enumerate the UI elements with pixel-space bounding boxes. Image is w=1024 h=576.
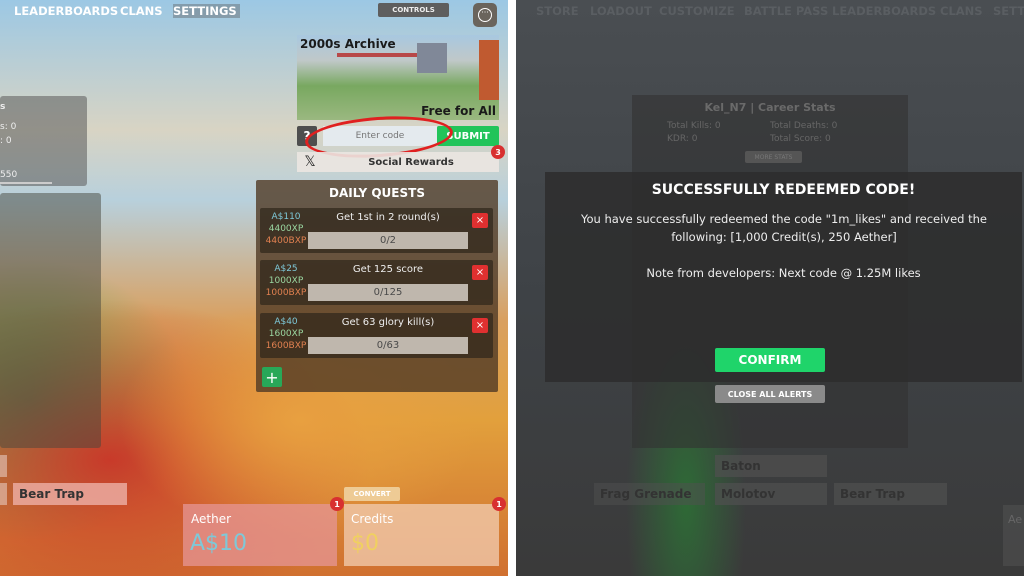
- aether-label: Aether: [191, 512, 232, 526]
- quest-row: A$40 1600XP 1600BXP Get 63 glory kill(s)…: [260, 313, 493, 358]
- confirm-button[interactable]: CONFIRM: [715, 348, 825, 372]
- quest-progress: 0/63: [308, 337, 468, 354]
- left-screenshot: LEADERBOARDS CLANS SETTINGS CONTROLS ···…: [0, 0, 508, 576]
- social-rewards-label: Social Rewards: [368, 156, 454, 168]
- nav-customize[interactable]: CUSTOMIZE: [659, 4, 735, 18]
- map-card[interactable]: 2000s Archive Free for All: [297, 35, 499, 120]
- quest-bxp: 1600BXP: [265, 341, 307, 351]
- career-kills: Total Kills: 0: [667, 121, 721, 131]
- alert-title: SUCCESSFULLY REDEEMED CODE!: [651, 182, 916, 198]
- nav-leaderboards[interactable]: LEADERBOARDS: [14, 4, 118, 18]
- alert-note: Note from developers: Next code @ 1.25M …: [646, 266, 921, 280]
- credits-card[interactable]: Credits $0: [344, 504, 499, 566]
- controls-button[interactable]: CONTROLS: [378, 3, 449, 17]
- quest-xp: 1600XP: [268, 329, 304, 339]
- alert-message: You have successfully redeemed the code …: [580, 212, 988, 244]
- career-title: Kel_N7 | Career Stats: [704, 101, 836, 114]
- nav-battle-pass[interactable]: BATTLE PASS: [744, 4, 828, 18]
- nav-leaderboards[interactable]: LEADERBOARDS: [832, 4, 936, 18]
- ellipsis-icon: ···: [478, 8, 492, 22]
- remove-quest-button[interactable]: ×: [472, 213, 488, 228]
- quest-aether: A$110: [271, 212, 301, 222]
- stat-kdr: : 0: [0, 136, 12, 146]
- aether-card-partial[interactable]: Ae: [1003, 505, 1024, 566]
- credits-badge: 1: [492, 497, 506, 511]
- map-name: 2000s Archive: [300, 37, 396, 51]
- quest-progress: 0/2: [308, 232, 468, 249]
- xp-bar: [0, 182, 52, 184]
- quest-xp: 1000XP: [268, 276, 304, 286]
- stat-level: 550: [0, 170, 18, 180]
- nav-settings[interactable]: SETTINGS: [173, 4, 240, 18]
- quests-title: DAILY QUESTS: [329, 186, 425, 200]
- loadout-slot[interactable]: [0, 483, 7, 505]
- nav-clans[interactable]: CLANS: [120, 4, 163, 18]
- aether-card[interactable]: Aether A$10: [183, 504, 337, 566]
- loadout-item-bear-trap[interactable]: Bear Trap: [13, 483, 127, 505]
- city-image: [417, 43, 447, 73]
- more-stats-button[interactable]: MORE STATS: [745, 151, 802, 163]
- loadout-item-bear-trap[interactable]: Bear Trap: [834, 483, 947, 505]
- x-logo-icon: 𝕏: [304, 154, 316, 170]
- career-kdr: KDR: 0: [667, 134, 698, 144]
- credits-label: Credits: [351, 512, 394, 526]
- social-badge: 3: [491, 145, 505, 159]
- right-screenshot: STORE LOADOUT CUSTOMIZE BATTLE PASS LEAD…: [516, 0, 1024, 576]
- aether-badge: 1: [330, 497, 344, 511]
- remove-quest-button[interactable]: ×: [472, 265, 488, 280]
- loadout-item-molotov[interactable]: Molotov: [715, 483, 827, 505]
- quest-task: Get 63 glory kill(s): [341, 317, 435, 328]
- nav-clans[interactable]: CLANS: [940, 4, 983, 18]
- nav-store[interactable]: STORE: [536, 4, 579, 18]
- quest-bxp: 4400BXP: [265, 236, 307, 246]
- convert-button[interactable]: CONVERT: [344, 487, 400, 501]
- social-rewards-button[interactable]: 𝕏 Social Rewards: [297, 152, 499, 172]
- map-mode: Free for All: [421, 104, 496, 118]
- quest-task: Get 125 score: [352, 264, 424, 275]
- player-stats-panel: s s: 0 : 0 550: [0, 96, 87, 186]
- stats-title: s: [0, 102, 6, 112]
- loadout-slot[interactable]: [0, 455, 7, 477]
- menu-button[interactable]: ···: [473, 3, 497, 27]
- quest-bxp: 1000BXP: [265, 288, 307, 298]
- nav-settings[interactable]: SETTI: [993, 4, 1024, 18]
- loadout-item-baton[interactable]: Baton: [715, 455, 827, 477]
- career-score: Total Score: 0: [770, 134, 831, 144]
- quest-task: Get 1st in 2 round(s): [336, 212, 440, 223]
- add-quest-button[interactable]: +: [262, 367, 282, 387]
- quest-row: A$110 4400XP 4400BXP Get 1st in 2 round(…: [260, 208, 493, 253]
- aether-value: A$10: [190, 531, 248, 556]
- tower-image: [479, 40, 499, 100]
- character-preview-panel: [0, 193, 101, 448]
- quest-xp: 4400XP: [268, 224, 304, 234]
- close-all-alerts-button[interactable]: CLOSE ALL ALERTS: [715, 385, 825, 403]
- career-deaths: Total Deaths: 0: [770, 121, 838, 131]
- remove-quest-button[interactable]: ×: [472, 318, 488, 333]
- quest-aether: A$25: [274, 264, 298, 274]
- credits-value: $0: [351, 531, 379, 556]
- loadout-item-frag-grenade[interactable]: Frag Grenade: [594, 483, 705, 505]
- quest-aether: A$40: [274, 317, 298, 327]
- quest-progress: 0/125: [308, 284, 468, 301]
- nav-loadout[interactable]: LOADOUT: [590, 4, 652, 18]
- quest-row: A$25 1000XP 1000BXP Get 125 score 0/125 …: [260, 260, 493, 305]
- stat-kills: s: 0: [0, 122, 17, 132]
